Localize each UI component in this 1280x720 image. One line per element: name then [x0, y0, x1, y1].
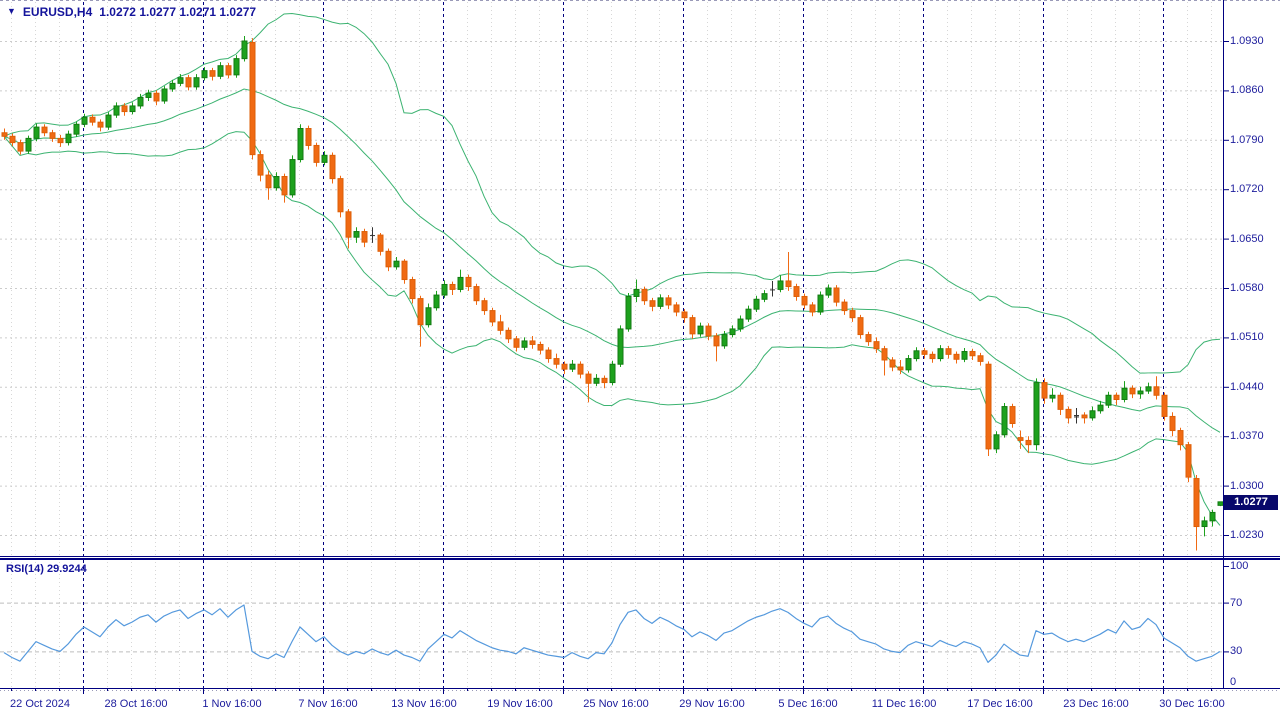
price-tick-label: 1.0650 — [1230, 233, 1280, 245]
price-tick-label: 1.0790 — [1230, 134, 1280, 146]
time-label: 5 Dec 16:00 — [778, 698, 837, 710]
chart-header: ▼ EURUSD,H4 1.0272 1.0277 1.0271 1.0277 — [7, 5, 256, 19]
time-label: 1 Nov 16:00 — [202, 698, 261, 710]
time-label: 29 Nov 16:00 — [679, 698, 744, 710]
price-tick-label: 1.0300 — [1230, 480, 1280, 492]
time-label: 23 Dec 16:00 — [1063, 698, 1128, 710]
price-tick-label: 1.0860 — [1230, 84, 1280, 96]
time-label: 25 Nov 16:00 — [583, 698, 648, 710]
rsi-tick-label: 70 — [1230, 597, 1280, 609]
price-tick-label: 1.0930 — [1230, 35, 1280, 47]
price-tick-label: 1.0370 — [1230, 430, 1280, 442]
current-price-tag: 1.0277 — [1224, 495, 1278, 510]
price-tick-label: 1.0720 — [1230, 183, 1280, 195]
rsi-tick-label: 30 — [1230, 645, 1280, 657]
time-label: 22 Oct 2024 — [10, 698, 70, 710]
price-chart-pane[interactable] — [0, 0, 1223, 556]
time-label: 13 Nov 16:00 — [391, 698, 456, 710]
price-axis-scale[interactable] — [1223, 0, 1280, 688]
time-label: 30 Dec 16:00 — [1159, 698, 1224, 710]
rsi-indicator-pane[interactable] — [0, 560, 1223, 688]
time-label: 7 Nov 16:00 — [298, 698, 357, 710]
price-tick-label: 1.0580 — [1230, 282, 1280, 294]
ohlc-quote-values: 1.0272 1.0277 1.0271 1.0277 — [99, 5, 256, 19]
time-label: 17 Dec 16:00 — [967, 698, 1032, 710]
mt4-chart-window: ▼ EURUSD,H4 1.0272 1.0277 1.0271 1.0277 … — [0, 0, 1280, 720]
time-label: 19 Nov 16:00 — [487, 698, 552, 710]
time-label: 28 Oct 16:00 — [105, 698, 168, 710]
symbol-dropdown-icon[interactable]: ▼ — [7, 6, 16, 16]
rsi-tick-label: 0 — [1230, 676, 1280, 688]
price-tick-label: 1.0510 — [1230, 331, 1280, 343]
price-tick-label: 1.0230 — [1230, 529, 1280, 541]
time-label: 11 Dec 16:00 — [872, 698, 937, 710]
rsi-tick-label: 100 — [1230, 560, 1280, 572]
price-tick-label: 1.0440 — [1230, 381, 1280, 393]
symbol-timeframe-label: EURUSD,H4 — [23, 5, 92, 19]
rsi-indicator-label: RSI(14) 29.9244 — [6, 563, 87, 575]
